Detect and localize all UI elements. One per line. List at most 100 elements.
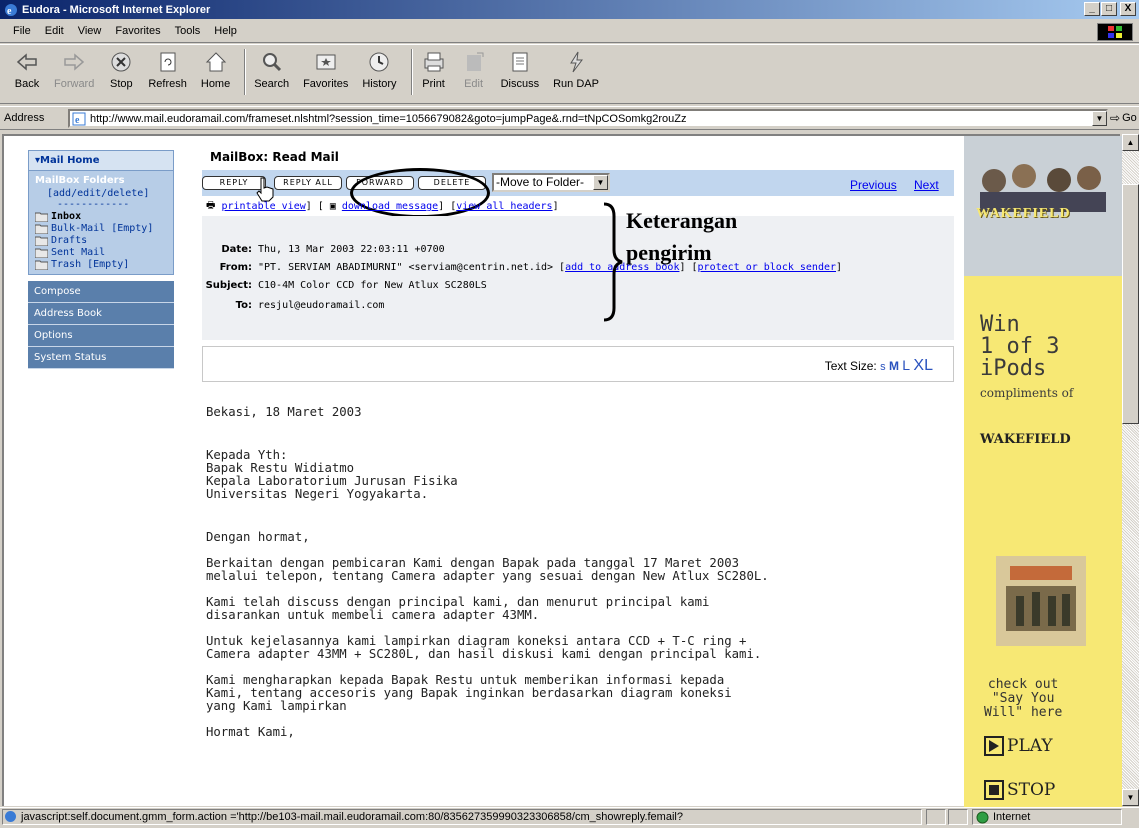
svg-text:e: e (7, 6, 12, 17)
stop-button[interactable]: Stop (104, 49, 138, 99)
title-bar: e Eudora - Microsoft Internet Explorer _… (0, 0, 1139, 19)
sender-info-annotation: Keterangan pengirim (600, 202, 737, 322)
printable-view-link[interactable]: printable view (221, 201, 305, 212)
edit-icon (466, 52, 484, 71)
refresh-button[interactable]: Refresh (144, 49, 191, 99)
select-arrow-icon: ▼ (593, 175, 608, 190)
back-button[interactable]: Back (10, 49, 44, 99)
folder-icon (35, 260, 48, 270)
menu-view[interactable]: View (71, 25, 109, 37)
favorites-icon (316, 54, 336, 70)
address-dropdown-button[interactable]: ▼ (1092, 111, 1107, 126)
menu-edit[interactable]: Edit (38, 25, 71, 37)
toolbar-separator (244, 49, 247, 95)
menu-help[interactable]: Help (207, 25, 244, 37)
status-text: javascript:self.document.gmm_form.action… (2, 809, 922, 825)
body-paragraph: Untuk kejelasannya kami lampirkan diagra… (206, 634, 762, 661)
curly-brace (603, 202, 623, 322)
scroll-thumb[interactable] (1122, 184, 1139, 424)
body-paragraph: Hormat Kami, (206, 725, 295, 739)
scroll-down-button[interactable]: ▼ (1122, 789, 1139, 806)
folder-separator: ------------ (57, 199, 130, 210)
download-message-link[interactable]: download message (342, 201, 438, 212)
search-icon (262, 53, 281, 72)
add-edit-delete-link[interactable]: [add/edit/delete] (35, 188, 167, 199)
window-title: Eudora - Microsoft Internet Explorer (22, 3, 211, 16)
history-button[interactable]: History (358, 49, 400, 99)
home-button[interactable]: Home (197, 49, 234, 99)
folder-bulk-mail[interactable]: Bulk-Mail [Empty] (35, 223, 167, 234)
ad-one-of-three: 1 of 3 (980, 334, 1060, 359)
text-size-control: Text Size: s M L XL (824, 357, 933, 374)
forward-button[interactable]: Forward (50, 49, 98, 99)
menu-file[interactable]: File (6, 25, 38, 37)
mailbox-folders-panel: MailBox Folders [add/edit/delete] ------… (28, 171, 174, 275)
edit-button[interactable]: Edit (457, 49, 491, 99)
text-size-xl[interactable]: XL (913, 357, 933, 374)
sidebar-item-system-status[interactable]: System Status (28, 347, 174, 369)
menu-favorites[interactable]: Favorites (108, 25, 167, 37)
menu-bar: File Edit View Favorites Tools Help (0, 20, 1139, 43)
scroll-up-button[interactable]: ▲ (1122, 134, 1139, 151)
message-body: Bekasi, 18 Maret 2003 Kepada Yth: Bapak … (206, 406, 946, 752)
folder-drafts[interactable]: Drafts (35, 235, 167, 246)
mail-home-link[interactable]: ▾Mail Home (28, 150, 174, 171)
folder-icon (35, 248, 48, 258)
address-bar: Address e http://www.mail.eudoramail.com… (0, 106, 1139, 130)
svg-text:e: e (75, 115, 80, 126)
ad-promo-text: check out "Say You Will" here (984, 677, 1063, 720)
next-link[interactable]: Next (914, 178, 939, 192)
minimize-button[interactable]: _ (1084, 2, 1100, 16)
ad-ipods: iPods (980, 356, 1047, 381)
message-links: 🖶 printable view ] [ ▣ download message … (206, 198, 559, 215)
body-paragraph: Kami mengharapkan kepada Bapak Restu unt… (206, 673, 732, 713)
ad-compliments: compliments of (980, 386, 1074, 400)
ad-win: Win (980, 312, 1020, 337)
sidebar-item-options[interactable]: Options (28, 325, 174, 347)
text-size-s[interactable]: s (880, 361, 886, 373)
back-arrow-icon (16, 53, 37, 71)
lightning-icon (570, 51, 583, 73)
history-icon (369, 52, 389, 72)
search-button[interactable]: Search (250, 49, 293, 99)
body-paragraph: Berkaitan dengan pembicaran Kami dengan … (206, 556, 769, 583)
play-icon (984, 736, 1004, 756)
stop-square-icon (984, 780, 1004, 800)
address-input[interactable]: e http://www.mail.eudoramail.com/framese… (68, 109, 1108, 128)
ad-stop-button[interactable]: STOP (984, 780, 1055, 800)
folder-sent-mail[interactable]: Sent Mail (35, 247, 167, 258)
sidebar-item-address-book[interactable]: Address Book (28, 303, 174, 325)
folder-inbox[interactable]: Inbox (35, 211, 167, 222)
sidebar-item-compose[interactable]: Compose (28, 281, 174, 303)
view-all-headers-link[interactable]: view all headers (456, 201, 552, 212)
text-size-m[interactable]: M (889, 359, 899, 373)
move-to-folder-select[interactable]: -Move to Folder- ▼ (492, 173, 610, 192)
previous-link[interactable]: Previous (850, 178, 897, 192)
printer-icon: 🖶 (206, 200, 216, 211)
vertical-scrollbar[interactable]: ▲ ▼ (1122, 134, 1139, 806)
body-paragraph: Kepada Yth: Bapak Restu Widiatmo Kepala … (206, 448, 458, 501)
header-subject: Subject: C10-4M Color CCD for New Atlux S… (205, 280, 487, 291)
page-content: ▾Mail Home MailBox Folders [add/edit/del… (2, 134, 1122, 808)
text-size-l[interactable]: L (902, 357, 910, 373)
print-button[interactable]: Print (417, 49, 451, 99)
menu-tools[interactable]: Tools (168, 25, 208, 37)
maximize-button[interactable]: □ (1101, 2, 1117, 16)
run-dap-button[interactable]: Run DAP (549, 49, 603, 99)
address-label: Address (4, 112, 45, 124)
refresh-icon (160, 52, 176, 72)
discuss-button[interactable]: Discuss (497, 49, 544, 99)
close-button[interactable]: X (1120, 2, 1136, 16)
folder-icon (35, 212, 48, 222)
annotation-line-1: Keterangan (626, 208, 738, 233)
page-title: MailBox: Read Mail (210, 150, 339, 164)
album-cover-image (996, 556, 1086, 646)
go-button[interactable]: ⇨ Go (1110, 111, 1137, 125)
ad-play-button[interactable]: PLAY (984, 736, 1053, 756)
advertisement-banner[interactable]: WAKEFIELD Win 1 of 3 iPods compliments o… (964, 136, 1122, 808)
reply-all-button[interactable]: REPLY ALL (274, 176, 342, 190)
folder-trash[interactable]: Trash [Empty] (35, 259, 167, 270)
mail-action-bar: REPLY REPLY ALL FORWARD DELETE -Move to … (202, 170, 954, 196)
security-zone: Internet (972, 809, 1122, 825)
favorites-button[interactable]: Favorites (299, 49, 352, 99)
